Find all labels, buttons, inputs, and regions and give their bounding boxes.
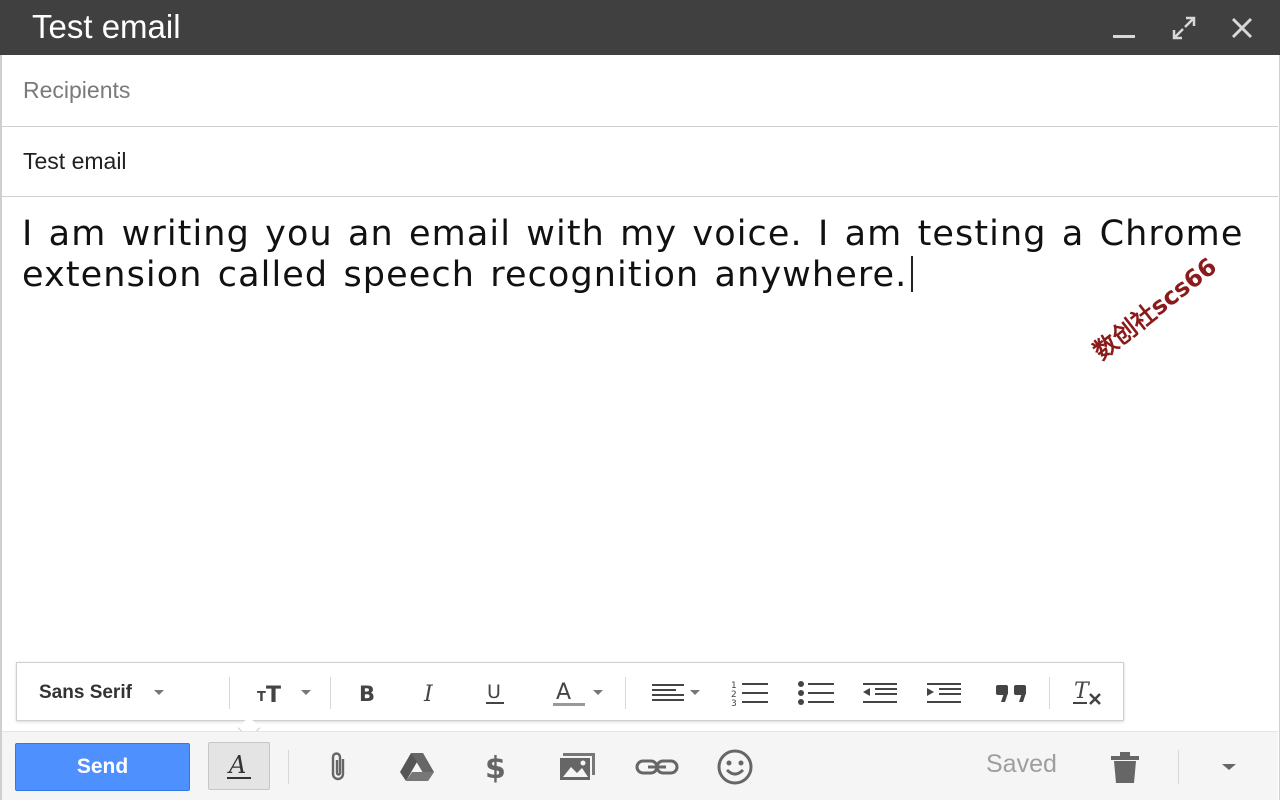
close-icon: [1231, 17, 1253, 38]
indent-more-icon: [927, 682, 961, 703]
window-title: Test email: [32, 8, 181, 45]
chevron-down-icon: [593, 690, 603, 695]
action-bar-divider: [1178, 750, 1179, 784]
save-status: Saved: [986, 750, 1057, 778]
attach-icon: [331, 752, 345, 781]
toolbar-divider: [330, 677, 331, 709]
chevron-down-icon: [153, 690, 164, 695]
numbered-list-button[interactable]: 1 2 3: [725, 663, 775, 722]
action-bar-divider: [288, 750, 289, 784]
toolbar-divider: [1049, 677, 1050, 709]
text-color-button[interactable]: A: [537, 663, 617, 722]
subject-input[interactable]: [23, 127, 1253, 196]
attach-files-button[interactable]: [314, 742, 364, 792]
text-color-icon: A: [553, 680, 585, 706]
italic-button[interactable]: I: [409, 663, 453, 722]
chevron-down-icon: [690, 690, 700, 695]
chevron-down-icon: [1222, 764, 1236, 770]
indent-more-button[interactable]: [919, 663, 969, 722]
send-button[interactable]: Send: [15, 743, 190, 791]
insert-photo-button[interactable]: [552, 742, 602, 792]
insert-from-drive-button[interactable]: [392, 742, 442, 792]
bulleted-list-button[interactable]: [791, 663, 841, 722]
font-size-icon: T T: [257, 683, 281, 705]
compose-action-bar: Send A $ Saved: [2, 731, 1278, 800]
discard-draft-button[interactable]: [1100, 742, 1150, 792]
align-left-icon: [652, 683, 684, 701]
indent-less-icon: [863, 682, 897, 703]
drive-icon: [400, 753, 434, 781]
more-options-button[interactable]: [1204, 742, 1254, 792]
bold-icon: B: [359, 682, 375, 705]
align-button[interactable]: [637, 663, 713, 722]
italic-icon: I: [423, 682, 434, 705]
formatting-options-icon: A: [227, 751, 251, 779]
svg-text:T: T: [257, 690, 266, 705]
svg-text:T: T: [1074, 679, 1091, 704]
message-body[interactable]: I am writing you an email with my voice.…: [22, 214, 1257, 296]
text-cursor: [911, 256, 914, 292]
svg-text:A: A: [227, 751, 246, 779]
font-family-dropdown[interactable]: Sans Serif: [39, 663, 239, 722]
subject-row: [2, 127, 1278, 197]
money-icon: $: [485, 751, 506, 784]
bulleted-list-icon: [798, 680, 834, 705]
svg-text:U: U: [487, 681, 501, 703]
quote-button[interactable]: [987, 663, 1037, 722]
svg-text:B: B: [359, 682, 375, 705]
formatting-options-button[interactable]: A: [208, 742, 270, 790]
pop-out-button[interactable]: [1164, 0, 1204, 55]
emoji-icon: [717, 749, 753, 785]
photo-icon: [558, 753, 595, 782]
minimize-icon: [1113, 34, 1135, 38]
remove-formatting-button[interactable]: T: [1063, 663, 1113, 722]
svg-text:$: $: [485, 751, 506, 784]
insert-link-button[interactable]: [632, 742, 682, 792]
toolbar-divider: [229, 677, 230, 709]
indent-less-button[interactable]: [855, 663, 905, 722]
underline-icon: U: [486, 681, 504, 704]
svg-text:A: A: [556, 680, 571, 705]
underline-button[interactable]: U: [473, 663, 517, 722]
trash-icon: [1111, 752, 1139, 783]
recipients-row: [2, 55, 1278, 127]
toolbar-divider: [625, 677, 626, 709]
chevron-down-icon: [301, 690, 311, 695]
svg-text:I: I: [423, 682, 434, 705]
svg-text:3: 3: [731, 699, 737, 707]
expand-icon: [1172, 16, 1196, 39]
message-text: I am writing you an email with my voice.…: [22, 214, 1244, 295]
remove-formatting-icon: T: [1073, 679, 1101, 705]
link-icon: [635, 759, 679, 775]
bold-button[interactable]: B: [345, 663, 389, 722]
compose-title-bar[interactable]: Test email: [0, 0, 1280, 55]
minimize-button[interactable]: [1104, 0, 1144, 55]
insert-emoji-button[interactable]: [710, 742, 760, 792]
close-button[interactable]: [1222, 0, 1262, 55]
numbered-list-icon: 1 2 3: [731, 681, 768, 707]
recipients-input[interactable]: [23, 55, 1253, 126]
svg-text:T: T: [266, 683, 281, 705]
font-size-button[interactable]: T T: [245, 663, 321, 722]
formatting-toolbar: Sans Serif T T B I U A 1 2 3 T: [16, 662, 1124, 740]
quote-icon: [996, 684, 1026, 702]
font-family-label: Sans Serif: [39, 681, 132, 703]
send-money-button[interactable]: $: [472, 742, 522, 792]
